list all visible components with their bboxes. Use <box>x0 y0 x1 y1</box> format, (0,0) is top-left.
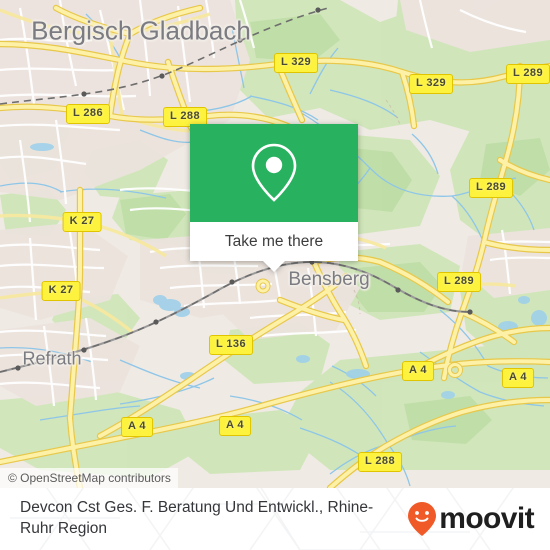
popup-marker-panel <box>190 124 358 222</box>
road-shield-l286: L 286 <box>66 104 110 124</box>
moovit-pin-logo <box>408 502 437 536</box>
screenshot-root: Bergisch Gladbach Bensberg Refrath L 329… <box>0 0 550 550</box>
place-label-refrath: Refrath <box>22 348 82 369</box>
footer-content: Devcon Cst Ges. F. Beratung Und Entwickl… <box>0 488 550 550</box>
osm-attribution-text: © OpenStreetMap contributors <box>8 471 171 485</box>
road-shield-l329-east: L 329 <box>409 74 453 94</box>
road-shield-l289-mid: L 289 <box>469 178 513 198</box>
moovit-wordmark: moovit <box>439 502 534 535</box>
road-shield-a4-mid: A 4 <box>402 361 434 381</box>
place-label-bensberg: Bensberg <box>288 269 370 290</box>
road-shield-k27-south: K 27 <box>41 281 81 301</box>
footer-bar: Devcon Cst Ges. F. Beratung Und Entwickl… <box>0 488 550 550</box>
take-me-there-label: Take me there <box>224 232 324 250</box>
popup-pointer-tail <box>263 261 285 272</box>
moovit-brand[interactable]: moovit <box>407 501 535 537</box>
road-shield-l329-west: L 329 <box>274 53 318 73</box>
road-shield-l289-south: L 289 <box>437 272 481 292</box>
osm-attribution[interactable]: © OpenStreetMap contributors <box>0 468 178 488</box>
place-label-bergisch-gladbach: Bergisch Gladbach <box>31 15 251 46</box>
road-shield-a4-east: A 4 <box>502 368 534 388</box>
road-shield-a4-west: A 4 <box>121 417 153 437</box>
road-shield-k27-north: K 27 <box>62 212 102 232</box>
road-shield-a4-center: A 4 <box>219 416 251 436</box>
location-popup-card[interactable]: Take me there <box>190 124 358 272</box>
popup-action-bar[interactable]: Take me there <box>190 222 358 272</box>
footer-place-title: Devcon Cst Ges. F. Beratung Und Entwickl… <box>20 499 374 537</box>
road-shield-l289-north: L 289 <box>506 64 550 84</box>
road-shield-l288-south: L 288 <box>358 452 402 472</box>
map-canvas[interactable]: Bergisch Gladbach Bensberg Refrath L 329… <box>0 0 550 488</box>
road-shield-l136: L 136 <box>209 335 253 355</box>
map-pin-icon <box>251 143 297 202</box>
